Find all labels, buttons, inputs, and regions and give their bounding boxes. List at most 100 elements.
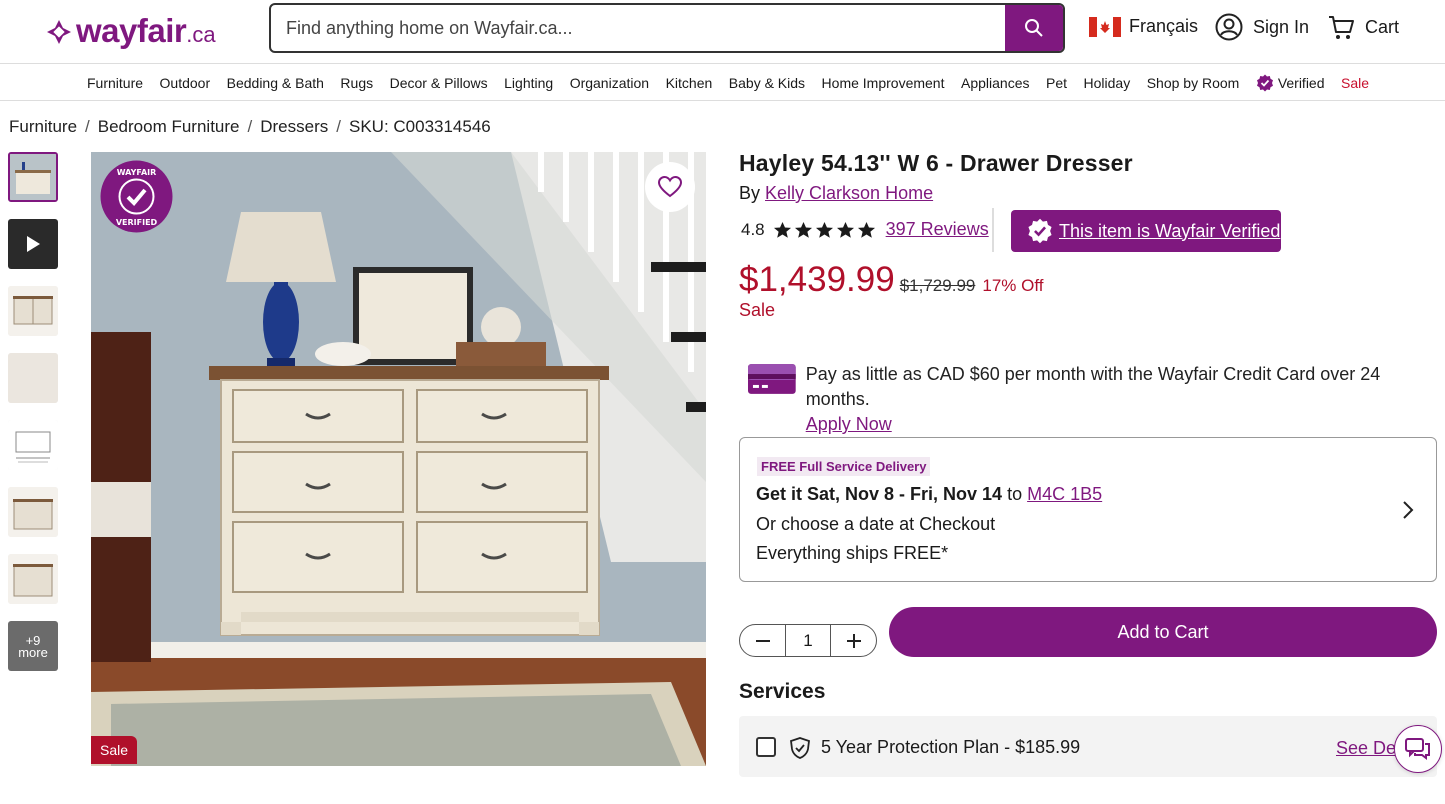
thumbnail-image[interactable]	[8, 487, 58, 537]
nav-item[interactable]: Decor & Pillows	[390, 74, 488, 92]
sign-in-label: Sign In	[1253, 16, 1310, 37]
search-icon	[1025, 19, 1043, 37]
brand-prefix: By	[739, 183, 761, 203]
dresser-thumbnail-icon	[8, 286, 58, 336]
search-button[interactable]	[1005, 5, 1063, 51]
thumbnail-image[interactable]	[8, 554, 58, 604]
sale-label: Sale	[739, 300, 776, 320]
language-label: Français	[1129, 16, 1199, 36]
nav-item[interactable]: Kitchen	[666, 74, 713, 92]
delivery-estimate: Get it Sat, Nov 8 - Fri, Nov 14 to M4C 1…	[756, 484, 1102, 505]
apply-now-link[interactable]: Apply Now	[806, 414, 892, 434]
postal-code-link[interactable]: M4C 1B5	[1027, 484, 1102, 504]
more-images-button[interactable]: +9 more	[8, 621, 58, 671]
quantity-value[interactable]: 1	[785, 625, 831, 656]
thumbnail-strip: +9 more	[8, 152, 58, 688]
delivery-box[interactable]: FREE Full Service Delivery Get it Sat, N…	[739, 437, 1437, 582]
dresser-scene-illustration	[91, 152, 706, 766]
breadcrumb-link[interactable]: Furniture	[9, 117, 77, 137]
nav-item[interactable]: Bedding & Bath	[227, 74, 324, 92]
star-icon	[836, 221, 854, 238]
product-title: Hayley 54.13'' W 6 - Drawer Dresser	[739, 150, 1133, 176]
rating-value: 4.8	[741, 219, 765, 239]
minus-icon	[755, 639, 770, 642]
favorite-button[interactable]	[645, 162, 695, 212]
star-icon	[773, 221, 791, 238]
nav-item-verified[interactable]: Verified	[1256, 74, 1325, 92]
more-label: more	[18, 645, 48, 660]
nav-item[interactable]: Pet	[1046, 74, 1067, 92]
protection-plan-option: 5 Year Protection Plan - $185.99 See Det	[739, 716, 1437, 777]
language-switch[interactable]: Français	[1089, 16, 1198, 37]
cart-button[interactable]: Cart	[1327, 13, 1399, 41]
quantity-stepper: 1	[739, 624, 877, 657]
breadcrumb-link[interactable]: Bedroom Furniture	[98, 117, 240, 137]
nav-item[interactable]: Lighting	[504, 74, 553, 92]
cart-icon	[1329, 16, 1354, 39]
dresser-thumbnail-icon	[8, 554, 58, 604]
rating-summary: 4.8 397 Reviews	[741, 219, 989, 240]
nav-item[interactable]: Furniture	[87, 74, 143, 92]
nav-item[interactable]: Baby & Kids	[729, 74, 805, 92]
breadcrumb-separator: /	[247, 117, 253, 136]
heart-icon	[658, 176, 682, 198]
divider	[992, 208, 994, 252]
category-nav: Furniture Outdoor Bedding & Bath Rugs De…	[0, 64, 1445, 101]
product-main-image[interactable]	[91, 152, 706, 766]
logo-suffix: .ca	[186, 22, 216, 47]
nav-item-sale[interactable]: Sale	[1341, 74, 1369, 92]
protection-plan-checkbox[interactable]	[756, 737, 776, 757]
plus-icon	[846, 633, 861, 648]
detail-thumbnail-icon	[8, 353, 58, 403]
thumbnail-image[interactable]	[8, 353, 58, 403]
svg-text:VERIFIED: VERIFIED	[116, 218, 158, 227]
nav-item[interactable]: Home Improvement	[822, 74, 945, 92]
brand-link[interactable]: Kelly Clarkson Home	[765, 183, 933, 203]
nav-item[interactable]: Holiday	[1084, 74, 1131, 92]
nav-item[interactable]: Shop by Room	[1147, 74, 1240, 92]
thumbnail-image[interactable]	[8, 286, 58, 336]
thumbnail-image[interactable]	[8, 420, 58, 470]
breadcrumb-link[interactable]: Dressers	[260, 117, 328, 137]
verified-badge-icon	[1028, 218, 1052, 244]
services-heading: Services	[739, 680, 826, 703]
see-details-link[interactable]: See Det	[1336, 738, 1401, 759]
original-price: $1,729.99	[899, 276, 976, 295]
price-row: $1,439.99 $1,729.99 17% Off	[739, 260, 1043, 300]
delivery-dates: Get it Sat, Nov 8 - Fri, Nov 14	[756, 484, 1003, 504]
star-icon	[857, 221, 875, 238]
shield-check-icon	[790, 737, 810, 759]
logo-word: wayfair	[76, 12, 187, 49]
nav-item[interactable]: Organization	[570, 74, 649, 92]
account-icon	[1215, 13, 1243, 41]
credit-message: Pay as little as CAD $60 per month with …	[805, 364, 1381, 409]
increase-quantity-button[interactable]	[831, 625, 876, 656]
free-delivery-tag: FREE Full Service Delivery	[757, 457, 931, 476]
chevron-right-icon	[1403, 501, 1414, 519]
wayfair-verified-button[interactable]: This item is Wayfair Verified	[1011, 210, 1281, 252]
nav-item[interactable]: Outdoor	[160, 74, 211, 92]
search-bar	[269, 3, 1065, 53]
site-header: wayfair .ca Français Sign In	[0, 0, 1445, 64]
sign-in-button[interactable]: Sign In	[1215, 13, 1309, 41]
star-icon	[815, 221, 833, 238]
chat-icon	[1405, 738, 1430, 760]
verified-button-label: This item is Wayfair Verified	[1059, 220, 1281, 241]
dimensions-thumbnail-icon	[8, 420, 58, 470]
breadcrumb-sku: SKU: C003314546	[348, 117, 491, 136]
breadcrumb-separator: /	[336, 117, 341, 136]
chat-button[interactable]	[1394, 725, 1442, 773]
credit-card-promo: Pay as little as CAD $60 per month with …	[748, 362, 1445, 437]
credit-text-block: Pay as little as CAD $60 per month with …	[806, 362, 1445, 437]
add-to-cart-button[interactable]: Add to Cart	[889, 607, 1437, 657]
search-input[interactable]	[271, 5, 1005, 51]
play-icon	[27, 236, 40, 252]
decrease-quantity-button[interactable]	[740, 625, 785, 656]
product-brand-line: By Kelly Clarkson Home	[739, 183, 933, 204]
reviews-link[interactable]: 397 Reviews	[886, 219, 989, 240]
thumbnail-image[interactable]	[8, 152, 58, 202]
wayfair-logo[interactable]: wayfair .ca	[44, 12, 216, 50]
nav-item[interactable]: Appliances	[961, 74, 1030, 92]
thumbnail-video[interactable]	[8, 219, 58, 269]
nav-item[interactable]: Rugs	[340, 74, 373, 92]
